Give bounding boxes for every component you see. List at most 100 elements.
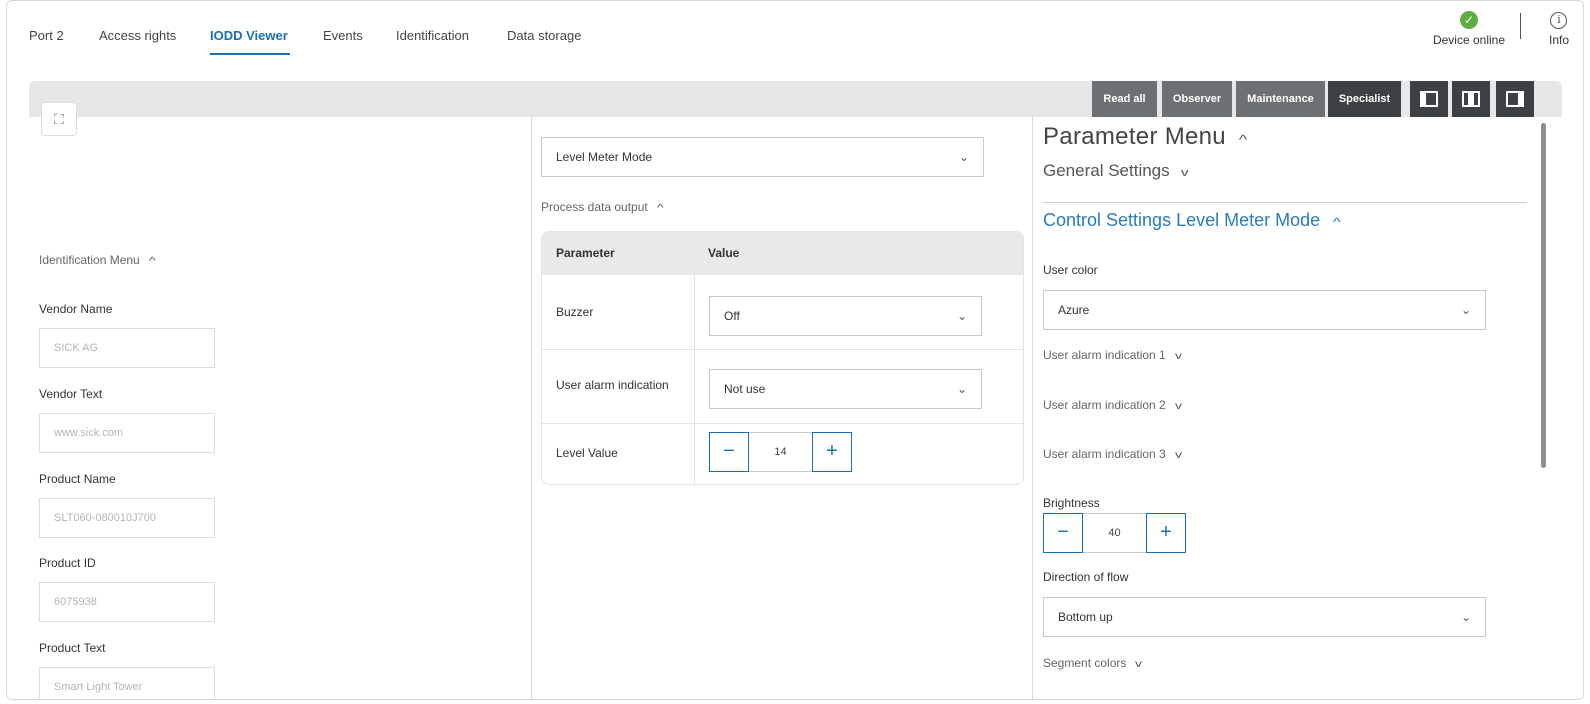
column-divider-right (1032, 117, 1033, 699)
row-user-alarm-label: User alarm indication (556, 378, 669, 392)
user-alarm-indication-3-label: User alarm indication 3 (1043, 447, 1166, 461)
layout-left-icon-fill (1420, 91, 1426, 107)
user-color-label: User color (1043, 263, 1098, 277)
user-alarm-indication-1-label: User alarm indication 1 (1043, 348, 1166, 362)
row-level-value-label: Level Value (556, 446, 618, 460)
product-name-label: Product Name (39, 472, 116, 486)
segment-colors-toggle[interactable]: Segment colors v (1043, 656, 1143, 670)
user-alarm-select[interactable]: Not use ⌄ (709, 369, 982, 409)
specialist-button[interactable]: Specialist (1328, 81, 1401, 117)
mode-select-value: Level Meter Mode (556, 150, 653, 164)
tab-access-rights[interactable]: Access rights (99, 28, 176, 43)
user-alarm-indication-2-toggle[interactable]: User alarm indication 2 v (1043, 398, 1182, 412)
info-button[interactable]: i Info (1549, 11, 1569, 47)
direction-of-flow-select[interactable]: Bottom up ⌄ (1043, 597, 1486, 637)
fullscreen-button[interactable]: ⛶ (41, 102, 77, 136)
info-label: Info (1548, 33, 1569, 47)
header-parameter: Parameter (556, 246, 615, 260)
chevron-down-icon: v (1180, 167, 1189, 179)
chevron-down-icon: ⌄ (1460, 303, 1471, 317)
brightness-label: Brightness (1043, 496, 1100, 510)
check-circle-icon: ✓ (1459, 11, 1478, 29)
column-divider-left (531, 117, 532, 699)
product-text-field: Smart Light Tower (39, 667, 215, 699)
read-all-button[interactable]: Read all (1092, 81, 1157, 117)
mode-select[interactable]: Level Meter Mode ⌄ (541, 137, 984, 177)
general-settings-toggle[interactable]: General Settings v (1043, 161, 1189, 181)
product-name-field: SLT060-080010J700 (39, 498, 215, 538)
tab-identification[interactable]: Identification (396, 28, 469, 43)
vendor-text-field: www.sick.com (39, 413, 215, 453)
info-icon: i (1550, 12, 1568, 29)
chevron-up-icon: ^ (148, 256, 156, 267)
increment-button[interactable]: + (1146, 513, 1186, 553)
layout-left-button[interactable] (1410, 81, 1448, 117)
buzzer-select-value: Off (724, 309, 740, 323)
buzzer-select[interactable]: Off ⌄ (709, 296, 982, 336)
chevron-down-icon: v (1174, 450, 1182, 461)
decrement-button[interactable]: − (1043, 513, 1083, 553)
parameter-menu-title[interactable]: Parameter Menu ^ (1043, 123, 1247, 151)
app-frame: Port 2 Access rights IODD Viewer Events … (6, 0, 1584, 700)
tab-iodd-viewer[interactable]: IODD Viewer (210, 28, 288, 43)
chevron-down-icon: ⌄ (956, 309, 967, 323)
chevron-down-icon: v (1174, 401, 1182, 412)
identification-menu-toggle[interactable]: Identification Menu ^ (39, 253, 156, 267)
vendor-text-label: Vendor Text (39, 387, 103, 401)
decrement-button[interactable]: − (709, 432, 749, 472)
chevron-down-icon: ⌄ (1460, 610, 1471, 624)
table-header: Parameter Value (542, 232, 1023, 275)
header-value: Value (708, 246, 740, 260)
layout-center-button[interactable] (1452, 81, 1490, 117)
chevron-down-icon: ⌄ (956, 382, 967, 396)
user-alarm-indication-2-label: User alarm indication 2 (1043, 398, 1166, 412)
product-id-label: Product ID (39, 556, 96, 570)
increment-button[interactable]: + (812, 432, 852, 472)
chevron-down-icon: ⌄ (958, 150, 969, 164)
process-data-output-toggle[interactable]: Process data output ^ (541, 200, 664, 214)
layout-right-icon-fill (1518, 91, 1524, 107)
chevron-up-icon: ^ (1333, 215, 1341, 229)
device-status-label: Device online (1432, 33, 1505, 47)
direction-of-flow-value: Bottom up (1058, 610, 1113, 624)
active-tab-indicator (210, 53, 290, 55)
parameter-menu-label: Parameter Menu (1043, 123, 1226, 150)
tab-port-2[interactable]: Port 2 (29, 28, 64, 43)
level-value-stepper: − 14 + (709, 432, 853, 472)
chevron-up-icon: ^ (656, 203, 664, 214)
vendor-name-field: SICK AG (39, 328, 215, 368)
table-column-divider (694, 275, 695, 484)
expand-icon: ⛶ (54, 111, 64, 127)
chevron-down-icon: v (1174, 351, 1182, 362)
row-divider (542, 423, 1023, 424)
user-alarm-indication-3-toggle[interactable]: User alarm indication 3 v (1043, 447, 1182, 461)
product-id-field: 6075938 (39, 582, 215, 622)
user-color-select[interactable]: Azure ⌄ (1043, 290, 1486, 330)
section-divider (1043, 202, 1527, 203)
observer-button[interactable]: Observer (1162, 81, 1232, 117)
layout-right-button[interactable] (1496, 81, 1534, 117)
right-panel-scrollbar[interactable] (1541, 123, 1546, 468)
user-alarm-select-value: Not use (724, 382, 766, 396)
general-settings-label: General Settings (1043, 161, 1170, 180)
level-value-display[interactable]: 14 (749, 432, 812, 472)
layout-center-icon-fill (1468, 91, 1474, 107)
vendor-name-label: Vendor Name (39, 302, 113, 316)
user-alarm-indication-1-toggle[interactable]: User alarm indication 1 v (1043, 348, 1182, 362)
segment-colors-label: Segment colors (1043, 656, 1127, 670)
maintenance-button[interactable]: Maintenance (1236, 81, 1325, 117)
product-text-label: Product Text (39, 641, 106, 655)
row-buzzer-label: Buzzer (556, 305, 594, 319)
control-settings-toggle[interactable]: Control Settings Level Meter Mode ^ (1043, 210, 1341, 231)
tab-events[interactable]: Events (323, 28, 363, 43)
top-tab-bar: Port 2 Access rights IODD Viewer Events … (7, 1, 1583, 71)
chevron-down-icon: v (1135, 659, 1143, 670)
brightness-stepper: − 40 + (1043, 513, 1187, 553)
process-data-table: Parameter Value Buzzer Off ⌄ User alarm … (541, 231, 1024, 485)
brightness-value-display[interactable]: 40 (1083, 513, 1146, 553)
header-divider (1520, 13, 1521, 39)
device-status: ✓ Device online (1433, 11, 1505, 47)
direction-of-flow-label: Direction of flow (1043, 570, 1129, 584)
tab-data-storage[interactable]: Data storage (507, 28, 581, 43)
user-color-value: Azure (1058, 303, 1090, 317)
